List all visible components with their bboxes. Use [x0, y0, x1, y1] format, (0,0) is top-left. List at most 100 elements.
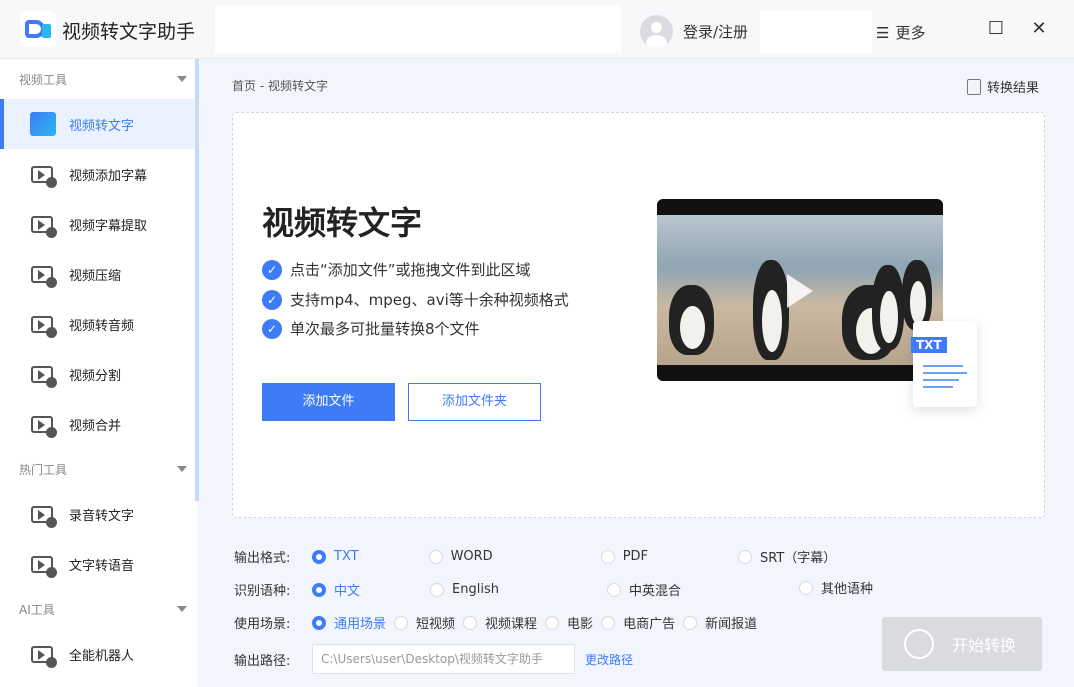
avatar-icon	[640, 15, 673, 48]
sidebar-item-label: 视频合并	[69, 418, 122, 434]
tool-icon	[30, 642, 57, 668]
video-to-text-icon	[30, 112, 56, 136]
output-path-input[interactable]: C:\Users\user\Desktop\视频转文字助手	[312, 644, 575, 674]
radio-button[interactable]	[394, 615, 409, 630]
format-option[interactable]: SRT（字幕）	[738, 547, 836, 566]
radio-button[interactable]	[463, 615, 478, 630]
breadcrumb: 首页 - 视频转文字	[232, 79, 328, 93]
option-label: 中文	[334, 584, 361, 599]
sidebar-item[interactable]: 视频转文字	[0, 99, 197, 149]
sidebar-scrollbar[interactable]	[195, 59, 199, 501]
tool-icon	[30, 552, 57, 578]
more-menu-button[interactable]: ☰ 更多	[876, 22, 925, 43]
format-label: 输出格式:	[234, 551, 291, 566]
radio-button[interactable]	[738, 549, 753, 564]
group-label: 热门工具	[19, 462, 68, 477]
radio-button[interactable]	[606, 582, 621, 597]
sidebar-item[interactable]: 文字转语音	[0, 539, 197, 589]
radio-button[interactable]	[428, 549, 443, 564]
sidebar-item[interactable]: 视频转音频	[0, 299, 197, 349]
sidebar-item[interactable]: 视频合并	[0, 399, 197, 449]
check-icon: ✓	[262, 289, 282, 310]
caret-down-icon	[177, 76, 187, 82]
radio-button[interactable]	[601, 615, 616, 630]
scene-option[interactable]: 视频课程	[463, 613, 537, 632]
radio-button[interactable]	[545, 615, 560, 630]
sidebar-item-label: 视频字幕提取	[69, 218, 148, 234]
add-folder-button[interactable]: 添加文件夹	[408, 383, 541, 421]
option-label: SRT（字幕）	[760, 551, 837, 566]
radio-button[interactable]	[683, 615, 698, 630]
close-button[interactable]: ✕	[1029, 18, 1049, 39]
sidebar-item-label: 录音转文字	[69, 508, 135, 524]
option-label: 通用场景	[334, 617, 387, 632]
scene-option[interactable]: 新闻报道	[683, 613, 757, 632]
radio-button[interactable]	[430, 582, 445, 597]
check-icon: ✓	[262, 318, 282, 339]
feature-item: ✓ 点击“添加文件”或拖拽文件到此区域	[262, 259, 531, 280]
sidebar-item[interactable]: 视频压缩	[0, 249, 197, 299]
option-label: 短视频	[416, 617, 456, 632]
maximize-button[interactable]: ☐	[986, 18, 1006, 39]
convert-icon	[904, 629, 934, 659]
option-label: PDF	[622, 549, 649, 564]
option-label: 电影	[567, 617, 594, 632]
sidebar-item[interactable]: 视频添加字幕	[0, 149, 197, 199]
radio-button[interactable]	[312, 615, 326, 630]
option-label: 视频课程	[485, 617, 538, 632]
language-option[interactable]: 中文	[312, 580, 360, 599]
group-label: 视频工具	[19, 72, 68, 87]
sidebar-item-label: 视频压缩	[69, 268, 122, 284]
option-label: WORD	[450, 549, 493, 564]
sidebar-item[interactable]: 视频分割	[0, 349, 197, 399]
txt-file-icon: TXT	[911, 321, 977, 407]
scene-option[interactable]: 电商广告	[601, 613, 675, 632]
results-label: 转换结果	[987, 81, 1040, 96]
option-label: 新闻报道	[705, 617, 758, 632]
caret-down-icon	[177, 466, 187, 472]
sidebar-group-header[interactable]: 视频工具	[0, 59, 197, 99]
sidebar-item[interactable]: 全能机器人	[0, 629, 197, 679]
caret-down-icon	[177, 606, 187, 612]
scene-option[interactable]: 通用场景	[312, 613, 386, 632]
radio-button[interactable]	[312, 549, 326, 564]
sidebar-group-header[interactable]: 热门工具	[0, 449, 197, 489]
login-button[interactable]: 登录/注册	[640, 15, 748, 48]
tool-icon	[30, 212, 57, 238]
radio-button[interactable]	[312, 582, 326, 597]
change-path-link[interactable]: 更改路径	[585, 651, 633, 668]
check-icon: ✓	[262, 259, 282, 280]
sidebar-group-header[interactable]: AI工具	[0, 589, 197, 629]
feature-text: 单次最多可批量转换8个文件	[290, 320, 480, 338]
scene-group: 使用场景: 通用场景 短视频 视频课程 电影 电商广告 新闻报道	[234, 613, 757, 632]
txt-tag: TXT	[911, 337, 947, 353]
add-file-button[interactable]: 添加文件	[262, 383, 395, 421]
sidebar-item[interactable]: 视频字幕提取	[0, 199, 197, 249]
format-option[interactable]: PDF	[600, 549, 649, 564]
scene-option[interactable]: 电影	[545, 613, 593, 632]
start-label: 开始转换	[952, 636, 1017, 655]
format-option[interactable]: TXT	[312, 549, 359, 564]
sidebar-item-label: 视频转音频	[69, 318, 135, 334]
conversion-results-button[interactable]: 转换结果	[967, 77, 1039, 96]
radio-button[interactable]	[600, 549, 615, 564]
radio-button[interactable]	[798, 580, 813, 595]
sidebar: 视频工具视频转文字 视频添加字幕视频字幕提取 视频压缩视频转音频视频分割视频合并热门…	[0, 59, 197, 687]
play-icon	[787, 274, 813, 308]
language-option[interactable]: 其他语种	[798, 578, 873, 597]
sidebar-item[interactable]: 录音转文字	[0, 489, 197, 539]
drop-zone[interactable]: 视频转文字 ✓ 点击“添加文件”或拖拽文件到此区域 ✓ 支持mp4、mpeg、avi…	[232, 112, 1045, 518]
output-path-label: 输出路径:	[234, 653, 291, 669]
feature-text: 支持mp4、mpeg、avi等十余种视频格式	[290, 291, 569, 309]
scene-option[interactable]: 短视频	[394, 613, 455, 632]
document-icon	[967, 78, 981, 95]
start-convert-button[interactable]: 开始转换	[882, 617, 1042, 671]
tool-icon	[30, 502, 57, 528]
title-bar: 视频转文字助手 登录/注册 ☰ 更多 ☐ ✕	[0, 0, 1074, 59]
title-spacer	[215, 5, 621, 53]
language-option[interactable]: English	[430, 582, 499, 597]
option-label: 中英混合	[628, 584, 681, 599]
language-option[interactable]: 中英混合	[606, 580, 681, 599]
group-label: AI工具	[19, 602, 55, 617]
format-option[interactable]: WORD	[428, 549, 493, 564]
